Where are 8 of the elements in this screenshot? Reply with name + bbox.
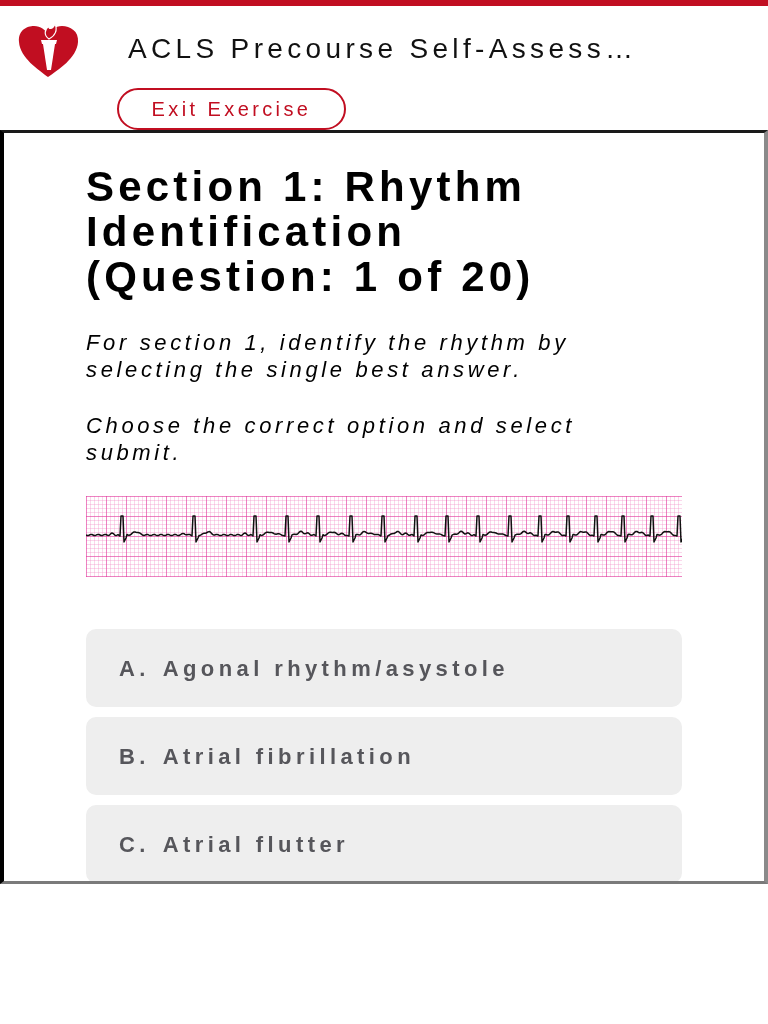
answer-option[interactable]: B. Atrial fibrillation: [86, 717, 682, 795]
instruction-text: For section 1, identify the rhythm by selecting the single best answer.: [86, 329, 570, 383]
exit-button[interactable]: Exit Exercise: [117, 88, 346, 130]
question-heading: Section 1: Rhythm Identification (Question: 1 of 20): [86, 164, 536, 299]
answer-option[interactable]: A. Agonal rhythm/asystole: [86, 629, 682, 707]
page-title: ACLS Precourse Self-Assess…: [128, 32, 638, 66]
answer-option[interactable]: C. Atrial flutter: [86, 805, 682, 881]
instruction-text: Choose the correct option and select submit.: [86, 412, 576, 466]
